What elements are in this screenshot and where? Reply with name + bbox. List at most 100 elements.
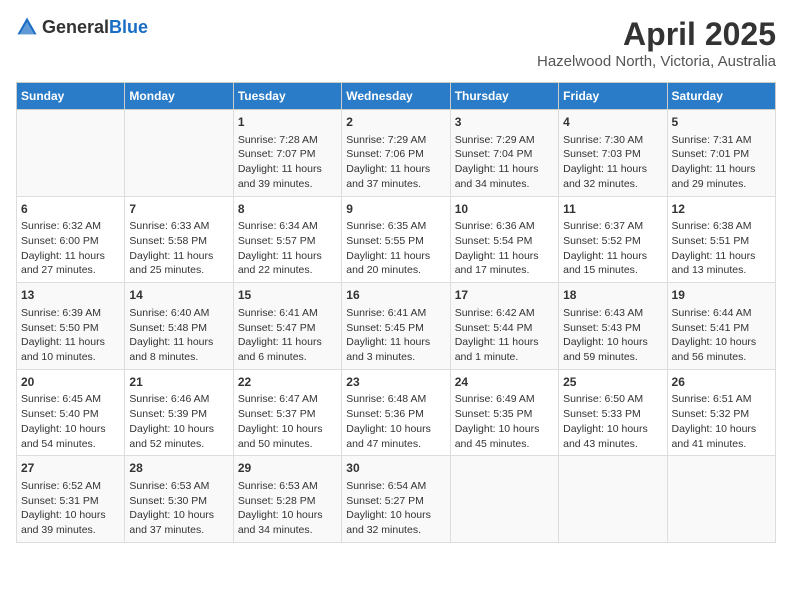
calendar-cell: 4 Sunrise: 7:30 AM Sunset: 7:03 PM Daylig… xyxy=(559,110,667,197)
weekday-header: Wednesday xyxy=(342,83,450,110)
calendar-week-row: 27 Sunrise: 6:52 AM Sunset: 5:31 PM Dayli… xyxy=(17,456,776,543)
day-number: 12 xyxy=(672,201,771,218)
calendar-cell: 11Sunrise: 6:37 AM Sunset: 5:52 PM Dayli… xyxy=(559,196,667,283)
weekday-header: Tuesday xyxy=(233,83,341,110)
day-info: Sunrise: 6:45 AM Sunset: 5:40 PM Dayligh… xyxy=(21,392,120,451)
day-number: 3 xyxy=(455,114,554,131)
calendar-cell: 2Sunrise: 7:29 AM Sunset: 7:06 PM Daylig… xyxy=(342,110,450,197)
page-title: April 2025 xyxy=(537,16,776,53)
day-info: Sunrise: 6:39 AM Sunset: 5:50 PM Dayligh… xyxy=(21,306,120,365)
calendar-cell: 22Sunrise: 6:47 AM Sunset: 5:37 PM Dayli… xyxy=(233,369,341,456)
calendar-cell: 19 Sunrise: 6:44 AM Sunset: 5:41 PM Dayli… xyxy=(667,283,775,370)
calendar-cell: 8Sunrise: 6:34 AM Sunset: 5:57 PM Daylig… xyxy=(233,196,341,283)
day-number: 4 xyxy=(563,114,662,131)
calendar-cell: 29 Sunrise: 6:53 AM Sunset: 5:28 PM Dayli… xyxy=(233,456,341,543)
day-info: Sunrise: 6:50 AM Sunset: 5:33 PM Dayligh… xyxy=(563,392,662,451)
weekday-header: Friday xyxy=(559,83,667,110)
calendar-cell xyxy=(559,456,667,543)
day-number: 16 xyxy=(346,287,445,304)
logo-icon xyxy=(16,16,38,38)
day-number: 9 xyxy=(346,201,445,218)
calendar-cell: 3Sunrise: 7:29 AM Sunset: 7:04 PM Daylig… xyxy=(450,110,558,197)
logo: GeneralBlue xyxy=(16,16,148,38)
calendar-cell: 24Sunrise: 6:49 AM Sunset: 5:35 PM Dayli… xyxy=(450,369,558,456)
calendar-cell: 9Sunrise: 6:35 AM Sunset: 5:55 PM Daylig… xyxy=(342,196,450,283)
day-number: 19 xyxy=(672,287,771,304)
day-info: Sunrise: 6:54 AM Sunset: 5:27 PM Dayligh… xyxy=(346,479,445,538)
day-info: Sunrise: 7:31 AM Sunset: 7:01 PM Dayligh… xyxy=(672,133,771,192)
day-info: Sunrise: 6:48 AM Sunset: 5:36 PM Dayligh… xyxy=(346,392,445,451)
logo-general: General xyxy=(42,17,109,37)
day-info: Sunrise: 6:44 AM Sunset: 5:41 PM Dayligh… xyxy=(672,306,771,365)
day-info: Sunrise: 6:49 AM Sunset: 5:35 PM Dayligh… xyxy=(455,392,554,451)
calendar-cell: 14Sunrise: 6:40 AM Sunset: 5:48 PM Dayli… xyxy=(125,283,233,370)
day-info: Sunrise: 6:52 AM Sunset: 5:31 PM Dayligh… xyxy=(21,479,120,538)
day-number: 17 xyxy=(455,287,554,304)
weekday-header: Sunday xyxy=(17,83,125,110)
day-number: 10 xyxy=(455,201,554,218)
calendar-cell: 23Sunrise: 6:48 AM Sunset: 5:36 PM Dayli… xyxy=(342,369,450,456)
calendar-cell xyxy=(667,456,775,543)
day-info: Sunrise: 6:38 AM Sunset: 5:51 PM Dayligh… xyxy=(672,219,771,278)
calendar-cell: 12Sunrise: 6:38 AM Sunset: 5:51 PM Dayli… xyxy=(667,196,775,283)
calendar-cell: 27 Sunrise: 6:52 AM Sunset: 5:31 PM Dayli… xyxy=(17,456,125,543)
calendar-week-row: 1 Sunrise: 7:28 AM Sunset: 7:07 PM Daylig… xyxy=(17,110,776,197)
day-number: 30 xyxy=(346,460,445,477)
calendar-cell: 17Sunrise: 6:42 AM Sunset: 5:44 PM Dayli… xyxy=(450,283,558,370)
day-info: Sunrise: 6:43 AM Sunset: 5:43 PM Dayligh… xyxy=(563,306,662,365)
day-info: Sunrise: 6:47 AM Sunset: 5:37 PM Dayligh… xyxy=(238,392,337,451)
day-info: Sunrise: 7:29 AM Sunset: 7:06 PM Dayligh… xyxy=(346,133,445,192)
day-info: Sunrise: 6:53 AM Sunset: 5:30 PM Dayligh… xyxy=(129,479,228,538)
calendar-cell xyxy=(17,110,125,197)
day-info: Sunrise: 6:41 AM Sunset: 5:47 PM Dayligh… xyxy=(238,306,337,365)
day-info: Sunrise: 6:51 AM Sunset: 5:32 PM Dayligh… xyxy=(672,392,771,451)
day-info: Sunrise: 6:32 AM Sunset: 6:00 PM Dayligh… xyxy=(21,219,120,278)
calendar-cell: 7Sunrise: 6:33 AM Sunset: 5:58 PM Daylig… xyxy=(125,196,233,283)
calendar-cell xyxy=(125,110,233,197)
day-number: 29 xyxy=(238,460,337,477)
calendar-cell: 16Sunrise: 6:41 AM Sunset: 5:45 PM Dayli… xyxy=(342,283,450,370)
day-number: 5 xyxy=(672,114,771,131)
day-number: 23 xyxy=(346,374,445,391)
calendar-table: SundayMondayTuesdayWednesdayThursdayFrid… xyxy=(16,82,776,543)
day-info: Sunrise: 6:37 AM Sunset: 5:52 PM Dayligh… xyxy=(563,219,662,278)
calendar-cell: 30 Sunrise: 6:54 AM Sunset: 5:27 PM Dayli… xyxy=(342,456,450,543)
calendar-cell: 13Sunrise: 6:39 AM Sunset: 5:50 PM Dayli… xyxy=(17,283,125,370)
day-number: 6 xyxy=(21,201,120,218)
day-info: Sunrise: 6:35 AM Sunset: 5:55 PM Dayligh… xyxy=(346,219,445,278)
day-info: Sunrise: 6:36 AM Sunset: 5:54 PM Dayligh… xyxy=(455,219,554,278)
day-number: 21 xyxy=(129,374,228,391)
weekday-header: Monday xyxy=(125,83,233,110)
calendar-cell: 26Sunrise: 6:51 AM Sunset: 5:32 PM Dayli… xyxy=(667,369,775,456)
calendar-cell: 28Sunrise: 6:53 AM Sunset: 5:30 PM Dayli… xyxy=(125,456,233,543)
calendar-week-row: 20Sunrise: 6:45 AM Sunset: 5:40 PM Dayli… xyxy=(17,369,776,456)
day-info: Sunrise: 7:30 AM Sunset: 7:03 PM Dayligh… xyxy=(563,133,662,192)
weekday-header-row: SundayMondayTuesdayWednesdayThursdayFrid… xyxy=(17,83,776,110)
calendar-week-row: 13Sunrise: 6:39 AM Sunset: 5:50 PM Dayli… xyxy=(17,283,776,370)
calendar-cell: 21Sunrise: 6:46 AM Sunset: 5:39 PM Dayli… xyxy=(125,369,233,456)
day-number: 27 xyxy=(21,460,120,477)
logo-blue: Blue xyxy=(109,17,148,37)
calendar-cell: 15 Sunrise: 6:41 AM Sunset: 5:47 PM Dayli… xyxy=(233,283,341,370)
day-info: Sunrise: 7:28 AM Sunset: 7:07 PM Dayligh… xyxy=(238,133,337,192)
day-number: 15 xyxy=(238,287,337,304)
day-info: Sunrise: 6:46 AM Sunset: 5:39 PM Dayligh… xyxy=(129,392,228,451)
day-number: 18 xyxy=(563,287,662,304)
calendar-cell: 20Sunrise: 6:45 AM Sunset: 5:40 PM Dayli… xyxy=(17,369,125,456)
day-info: Sunrise: 6:53 AM Sunset: 5:28 PM Dayligh… xyxy=(238,479,337,538)
calendar-cell: 5 Sunrise: 7:31 AM Sunset: 7:01 PM Daylig… xyxy=(667,110,775,197)
page-subtitle: Hazelwood North, Victoria, Australia xyxy=(537,53,776,70)
day-number: 25 xyxy=(563,374,662,391)
day-number: 14 xyxy=(129,287,228,304)
title-section: April 2025 Hazelwood North, Victoria, Au… xyxy=(537,16,776,70)
calendar-week-row: 6Sunrise: 6:32 AM Sunset: 6:00 PM Daylig… xyxy=(17,196,776,283)
day-number: 1 xyxy=(238,114,337,131)
day-number: 20 xyxy=(21,374,120,391)
calendar-cell xyxy=(450,456,558,543)
day-number: 7 xyxy=(129,201,228,218)
weekday-header: Saturday xyxy=(667,83,775,110)
calendar-cell: 1 Sunrise: 7:28 AM Sunset: 7:07 PM Daylig… xyxy=(233,110,341,197)
day-number: 24 xyxy=(455,374,554,391)
day-info: Sunrise: 6:33 AM Sunset: 5:58 PM Dayligh… xyxy=(129,219,228,278)
calendar-cell: 10Sunrise: 6:36 AM Sunset: 5:54 PM Dayli… xyxy=(450,196,558,283)
